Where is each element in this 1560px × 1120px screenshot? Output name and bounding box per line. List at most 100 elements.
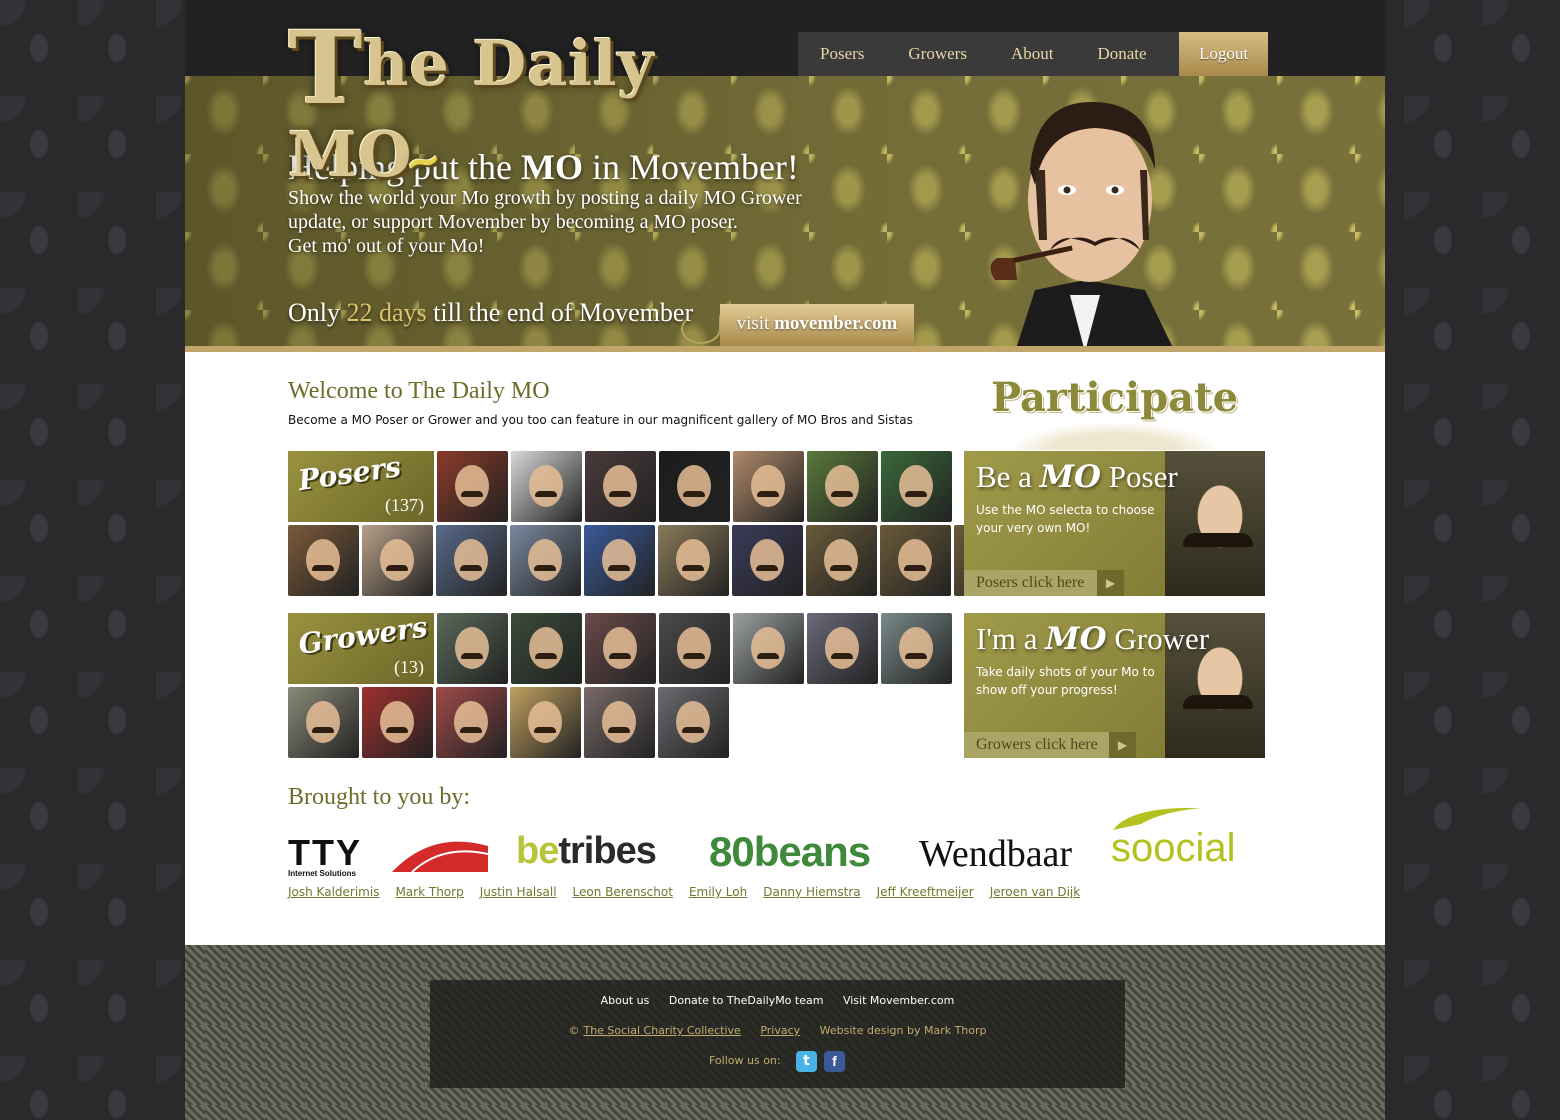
poser-thumbnail[interactable] (362, 525, 433, 596)
play-arrow-icon: ▶ (1109, 732, 1136, 758)
poser-thumbnail[interactable] (585, 451, 656, 522)
poser-thumbnail[interactable] (584, 525, 655, 596)
poser-thumbnail[interactable] (806, 525, 877, 596)
face-shape (454, 539, 488, 581)
growers-gallery-link[interactable]: Growers (13) (288, 610, 434, 684)
name-link[interactable]: Justin Halsall (480, 885, 557, 899)
footer-links: About us Donate to TheDailyMo team Visit… (430, 994, 1125, 1007)
grower-thumbnail[interactable] (511, 613, 582, 684)
footer-movember-link[interactable]: Visit Movember.com (843, 994, 954, 1007)
name-link[interactable]: Leon Berenschot (573, 885, 673, 899)
mustache-icon (461, 491, 483, 497)
face-shape (676, 539, 710, 581)
face-shape (380, 701, 414, 743)
face-shape (306, 701, 340, 743)
poser-thumbnail[interactable] (880, 525, 951, 596)
mustache-icon (534, 727, 556, 733)
mustache-icon (683, 653, 705, 659)
posers-count: (137) (385, 495, 424, 515)
grower-thumbnail[interactable] (510, 687, 581, 758)
twitter-icon[interactable]: t (796, 1051, 817, 1072)
poser-thumbnail[interactable] (437, 451, 508, 522)
nav-about[interactable]: About (989, 32, 1076, 76)
participate-title: Participate (964, 374, 1265, 450)
follow-label: Follow us on: (709, 1054, 781, 1067)
poser-thumbnail[interactable] (659, 451, 730, 522)
nav-growers[interactable]: Growers (886, 32, 989, 76)
poser-thumbnail[interactable] (658, 525, 729, 596)
face-shape (455, 465, 489, 507)
face-shape (603, 627, 637, 669)
posers-gallery-link[interactable]: Posers (137) (288, 449, 434, 522)
name-link[interactable]: Jeroen van Dijk (990, 885, 1080, 899)
name-link[interactable]: Jeff Kreeftmeijer (877, 885, 974, 899)
site-logo[interactable]: The Daily MO~ (288, 18, 748, 191)
grower-cta[interactable]: I'm a MO Grower Take daily shots of your… (964, 613, 1265, 758)
wendbaar-logo[interactable]: Wendbaar (919, 832, 1072, 876)
face-shape (602, 539, 636, 581)
mustache-icon (608, 565, 630, 571)
grower-thumbnail[interactable] (362, 687, 433, 758)
growers-count: (13) (394, 657, 424, 677)
growers-label: Growers (296, 610, 430, 661)
countdown-days: 22 days (346, 298, 427, 327)
grower-thumbnail[interactable] (436, 687, 507, 758)
grower-thumbnail[interactable] (659, 613, 730, 684)
face-shape (751, 465, 785, 507)
name-link[interactable]: Mark Thorp (395, 885, 463, 899)
posers-click-button[interactable]: Posers click here ▶ (964, 570, 1124, 596)
grower-thumbnail[interactable] (807, 613, 878, 684)
name-link[interactable]: Danny Hiemstra (763, 885, 860, 899)
poser-thumbnail[interactable] (732, 525, 803, 596)
face-shape (380, 539, 414, 581)
mustache-icon (609, 653, 631, 659)
poser-cta-heading: Be a MO Poser (976, 459, 1178, 495)
grower-thumbnail[interactable] (437, 613, 508, 684)
collective-link[interactable]: The Social Charity Collective (583, 1024, 740, 1037)
visit-movember-button[interactable]: visit movember.com (720, 304, 914, 346)
name-link[interactable]: Emily Loh (689, 885, 747, 899)
footer: About us Donate to TheDailyMo team Visit… (430, 980, 1125, 1088)
grower-thumbnail[interactable] (733, 613, 804, 684)
face-shape (750, 539, 784, 581)
poser-thumbnail[interactable] (288, 525, 359, 596)
growers-click-button[interactable]: Growers click here ▶ (964, 732, 1136, 758)
nav-donate[interactable]: Donate (1075, 32, 1168, 76)
facebook-icon[interactable]: f (824, 1051, 845, 1072)
grower-thumbnail[interactable] (585, 613, 656, 684)
mustache-man-illustration (990, 101, 1173, 346)
face-shape (825, 465, 859, 507)
poser-cta[interactable]: Be a MO Poser Use the MO selecta to choo… (964, 451, 1265, 596)
grower-thumbnail[interactable] (881, 613, 952, 684)
80beans-logo[interactable]: 80beans (709, 828, 871, 876)
face-shape (455, 627, 489, 669)
betribes-logo[interactable]: betribes (516, 830, 657, 873)
mustache-icon (756, 565, 778, 571)
poser-thumbnail[interactable] (511, 451, 582, 522)
sponsor-logos: TTY Internet Solutions betribes 80beans W… (288, 804, 1248, 878)
footer-about-link[interactable]: About us (601, 994, 650, 1007)
team-names: Josh Kalderimis Mark Thorp Justin Halsal… (288, 885, 1096, 899)
road-logo[interactable] (392, 836, 488, 872)
footer-donate-link[interactable]: Donate to TheDailyMo team (669, 994, 824, 1007)
mustache-icon (312, 727, 334, 733)
grower-thumbnail[interactable] (658, 687, 729, 758)
poser-thumbnail[interactable] (881, 451, 952, 522)
logout-button[interactable]: Logout (1179, 32, 1268, 76)
name-link[interactable]: Josh Kalderimis (288, 885, 379, 899)
soocial-logo[interactable]: soocial (1111, 804, 1236, 874)
grower-thumbnail[interactable] (288, 687, 359, 758)
privacy-link[interactable]: Privacy (760, 1024, 800, 1037)
welcome-text: Become a MO Poser or Grower and you too … (288, 413, 913, 427)
posers-label: Posers (296, 449, 403, 498)
grower-thumbnail[interactable] (584, 687, 655, 758)
poser-thumbnail[interactable] (436, 525, 507, 596)
hero-line-3: Get mo' out of your Mo! (288, 235, 485, 257)
tty-logo[interactable]: TTY Internet Solutions (288, 835, 362, 878)
poser-thumbnail[interactable] (510, 525, 581, 596)
mustache-icon (904, 565, 926, 571)
poser-thumbnail[interactable] (733, 451, 804, 522)
poser-thumbnail[interactable] (807, 451, 878, 522)
nav-posers[interactable]: Posers (798, 32, 886, 76)
face-shape (528, 701, 562, 743)
